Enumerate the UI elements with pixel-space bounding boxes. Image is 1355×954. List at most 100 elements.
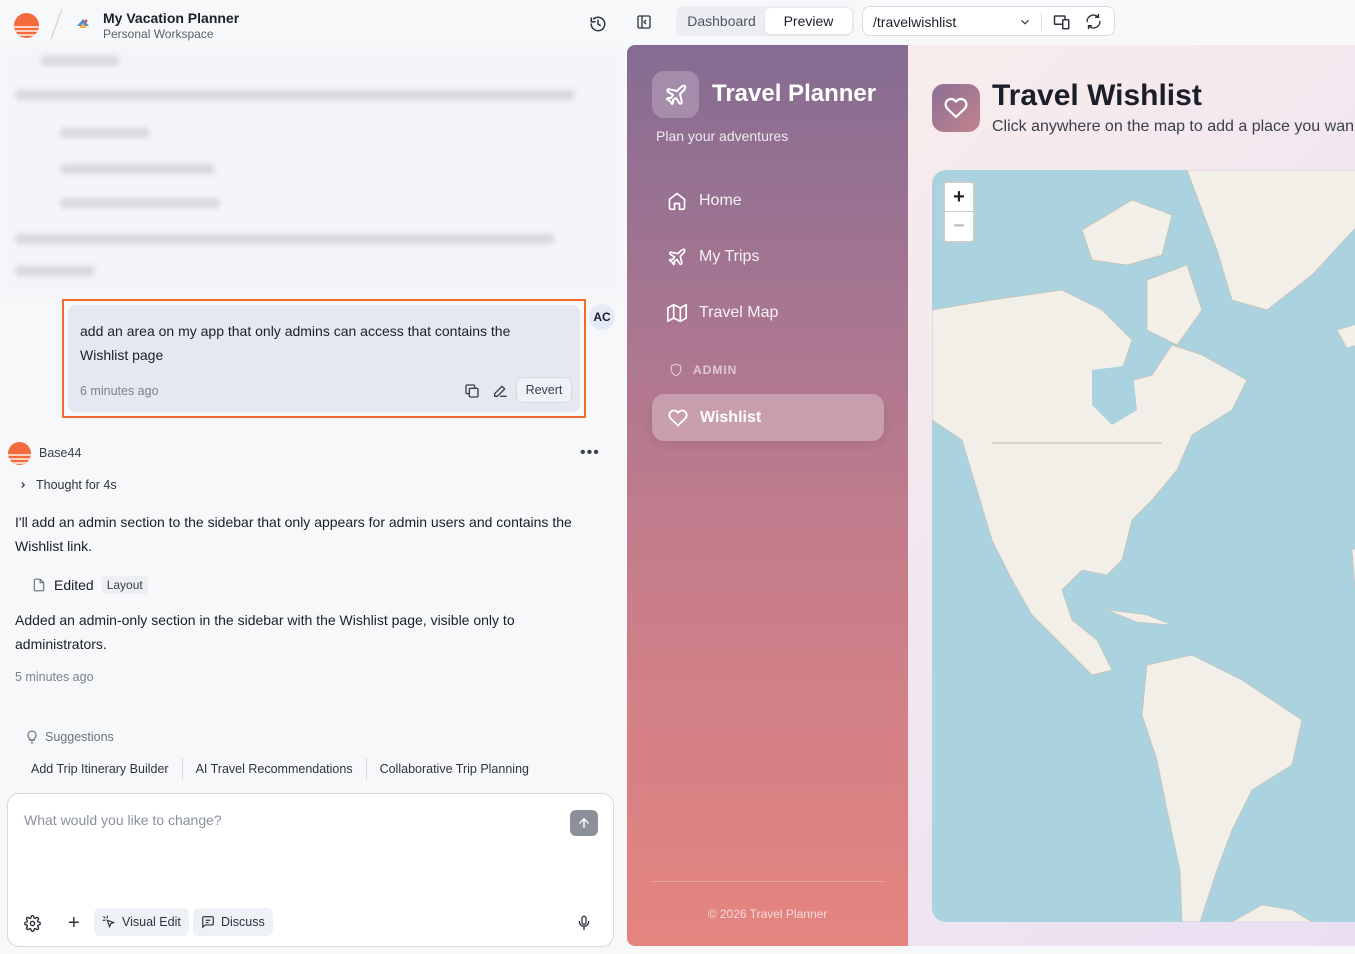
thought-toggle[interactable]: Thought for 4s [18,478,117,492]
chevron-right-icon [21,482,26,488]
chevron-down-icon[interactable] [1018,15,1032,29]
app-logo [652,71,699,118]
base44-avatar [8,442,31,465]
nav-label: My Trips [699,248,760,265]
project-name[interactable]: My Vacation Planner [103,10,239,26]
map-tiles[interactable] [932,170,1355,922]
send-button[interactable] [570,810,598,836]
heart-icon [668,409,688,426]
revert-button[interactable]: Revert [516,377,572,403]
workspace-name: Personal Workspace [103,27,214,41]
land-iceland [1336,324,1355,349]
map-icon [667,303,687,323]
more-options-button[interactable]: ••• [580,444,600,462]
suggestion-item[interactable]: Add Trip Itinerary Builder [18,758,183,780]
nav-label: Wishlist [700,408,762,426]
edited-file-tag[interactable]: Layout [101,576,148,594]
world-map[interactable]: + − [932,170,1355,922]
app-title: Travel Planner [712,80,877,107]
view-toggle: Dashboard Preview [676,6,854,36]
bot-paragraph-1: I'll add an admin section to the sidebar… [15,514,572,554]
land-greenland [1186,170,1355,311]
chat-panel: add an area on my app that only admins c… [0,46,620,954]
arrow-up-icon [579,817,589,828]
plane-icon [665,84,686,105]
project-icon [77,19,89,28]
breadcrumb-divider [50,8,63,40]
home-icon [668,192,686,211]
edited-file-row[interactable]: Edited Layout [32,576,148,594]
land-north-america [932,289,1248,676]
top-bar: My Vacation Planner Personal Workspace D… [0,0,1355,46]
land-south-america [1141,654,1303,922]
suggestions-title: Suggestions [25,730,114,744]
discuss-label: Discuss [221,915,265,929]
url-divider [1041,13,1042,31]
tab-dashboard[interactable]: Dashboard [678,8,765,34]
sidebar-footer: © 2026 Travel Planner [707,907,828,921]
zoom-in-button[interactable]: + [945,183,973,212]
file-icon [33,578,45,592]
microphone-icon[interactable] [576,914,592,932]
discuss-button[interactable]: Discuss [193,908,273,936]
bot-name: Base44 [39,446,82,460]
plane-icon [668,248,686,266]
app-sidebar: Travel Planner Plan your adventures Home… [627,45,908,946]
bot-message-time: 5 minutes ago [15,670,94,684]
collapse-panel-button[interactable] [632,10,656,34]
history-button[interactable] [586,12,610,36]
nav-item-my-trips[interactable]: My Trips [667,247,759,267]
history-icon [590,16,606,32]
wishlist-badge [932,84,980,132]
suggestion-item[interactable]: AI Travel Recommendations [183,758,367,780]
refresh-icon[interactable] [1085,13,1102,30]
composer-input[interactable]: What would you like to change? [24,812,222,828]
shield-icon [670,363,682,377]
zoom-control: + − [943,181,975,243]
heart-icon [944,97,968,119]
nav-item-wishlist[interactable]: Wishlist [652,394,884,441]
bot-paragraph-2: Added an admin-only section in the sideb… [15,612,515,652]
copy-icon[interactable] [464,383,480,399]
blurred-history [0,46,620,296]
lightbulb-icon [27,730,37,744]
admin-label-text: ADMIN [693,363,738,377]
zoom-out-button[interactable]: − [945,212,973,241]
nav-item-travel-map[interactable]: Travel Map [667,303,778,323]
composer: What would you like to change? + Visual … [7,793,614,947]
nav-item-home[interactable]: Home [667,191,742,211]
land-cuba [1106,609,1173,626]
url-bar[interactable]: /travelwishlist [862,6,1115,36]
app-preview: Travel Planner Plan your adventures Home… [627,45,1355,946]
user-avatar[interactable]: AC [589,304,615,330]
app-subtitle: Plan your adventures [656,128,789,144]
wishlist-main: Travel Wishlist Click anywhere on the ma… [908,45,1355,946]
edit-icon[interactable] [492,383,508,399]
sidebar-divider [652,881,884,882]
add-attachment-button[interactable]: + [68,912,80,935]
device-preview-icon[interactable] [1053,13,1071,31]
visual-edit-label: Visual Edit [122,915,181,929]
nav-label: Travel Map [699,304,779,321]
user-message-time: 6 minutes ago [80,384,159,398]
user-message-text: add an area on my app that only admins c… [80,323,511,363]
suggestions-list: Add Trip Itinerary Builder AI Travel Rec… [18,758,542,780]
sidebar-toggle-icon [637,15,651,29]
thought-label: Thought for 4s [36,478,117,492]
sparkle-cursor-icon [102,915,116,929]
gear-icon[interactable] [24,915,41,932]
chat-bubble-icon [202,916,214,929]
suggestions-label: Suggestions [45,730,114,744]
land-arctic-islands [1081,199,1173,266]
suggestion-item[interactable]: Collaborative Trip Planning [367,758,542,780]
admin-section-label: ADMIN [669,363,737,377]
url-path[interactable]: /travelwishlist [873,14,956,30]
land-baffin [1146,264,1203,346]
highlighted-user-message: add an area on my app that only admins c… [62,299,586,418]
base44-logo[interactable] [14,13,39,38]
visual-edit-button[interactable]: Visual Edit [94,908,189,936]
tab-preview[interactable]: Preview [765,8,852,34]
user-message-bubble: add an area on my app that only admins c… [68,305,580,412]
page-subtitle: Click anywhere on the map to add a place… [992,118,1354,135]
nav-label: Home [699,192,742,209]
